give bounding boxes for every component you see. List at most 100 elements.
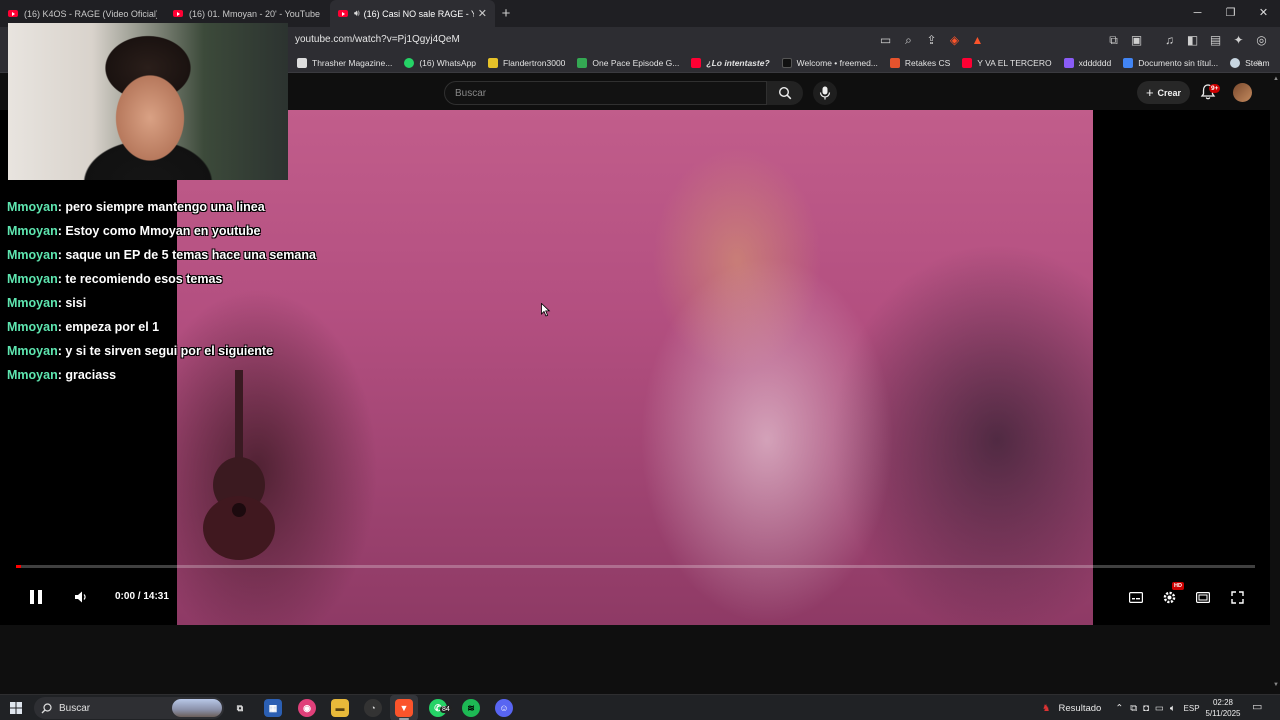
new-tab-button[interactable]: +	[495, 5, 517, 22]
wallet-icon[interactable]: ▤	[1206, 31, 1225, 49]
address-bar-icons: ▭ ⌕ ⇪ ◈ ▲	[876, 31, 987, 49]
app-pink-icon[interactable]: ◉	[298, 699, 316, 717]
leo-ai-icon[interactable]: ✦	[1229, 31, 1248, 49]
tab-casi-no-sale-rage[interactable]: 🔊︎ (16) Casi NO sale RAGE - Youtu ✕	[330, 0, 495, 27]
video-timecode: 0:00 / 14:31	[115, 591, 169, 602]
taskbar-clock[interactable]: 02:28 5/11/2025	[1200, 697, 1246, 719]
chat-line: Mmoyan: graciass	[7, 368, 347, 392]
clock-date: 5/11/2025	[1205, 709, 1241, 718]
close-tab-icon[interactable]: ✕	[478, 7, 487, 20]
bookmark-label: Flandertron3000	[503, 57, 566, 68]
volume-icon[interactable]: 🔈︎	[1170, 703, 1176, 714]
restore-button[interactable]: ❐	[1214, 0, 1247, 27]
audio-playing-icon[interactable]: 🔊︎	[354, 8, 360, 19]
steam-icon	[1230, 57, 1241, 68]
brave-browser-icon[interactable]: ▼	[395, 699, 413, 717]
network-icon[interactable]: ▭	[1155, 703, 1164, 714]
gear-icon	[1163, 591, 1175, 603]
chat-username: Mmoyan	[7, 368, 58, 382]
weather-label[interactable]: Resultado	[1059, 703, 1102, 714]
weather-icon[interactable]: ♞	[1042, 703, 1051, 714]
clock-time: 02:28	[1212, 698, 1234, 707]
bookmark-label: Documento sin títul...	[1138, 57, 1219, 68]
youtube-favicon-icon	[338, 10, 348, 17]
bookmark-item[interactable]: Y VA EL TERCERO	[962, 57, 1052, 68]
chat-username: Mmoyan	[7, 200, 58, 214]
video-progress-bar[interactable]	[16, 565, 1255, 568]
more-bookmarks-icon[interactable]: »	[1256, 57, 1262, 68]
bookmark-item[interactable]: Retakes CS	[889, 57, 950, 68]
chat-line: Mmoyan: Estoy como Mmoyan en youtube	[7, 224, 347, 248]
taskbar-search-label: Buscar	[59, 703, 91, 714]
bookmark-item[interactable]: Thrasher Magazine...	[297, 57, 392, 68]
whatsapp-icon	[404, 57, 415, 68]
voice-search-button[interactable]	[813, 81, 837, 105]
share-icon[interactable]: ⇪	[922, 31, 941, 49]
menu-icon[interactable]: ≡	[1275, 31, 1280, 49]
zoom-icon[interactable]: ⌕	[899, 31, 918, 49]
guitar-shape	[203, 370, 275, 560]
language-indicator[interactable]: ESP	[1184, 704, 1200, 713]
account-avatar[interactable]	[1233, 83, 1252, 102]
bookmark-item[interactable]: (16) WhatsApp	[404, 57, 477, 68]
task-view-icon[interactable]: ⧉	[231, 699, 249, 717]
create-button[interactable]: + Crear	[1137, 81, 1190, 104]
flanders-icon	[488, 57, 499, 68]
bookmark-item[interactable]: ¿Lo intentaste?	[691, 57, 770, 68]
spotify-icon[interactable]: ≋	[462, 699, 480, 717]
fullscreen-button[interactable]	[1227, 586, 1247, 608]
bookmark-item[interactable]: Steam	[1230, 57, 1270, 68]
bookmark-item[interactable]: Documento sin títul...	[1123, 57, 1219, 68]
screenshot-icon[interactable]: ▣	[1127, 31, 1146, 49]
microsoft-store-icon[interactable]: ▦	[264, 699, 282, 717]
minimize-button[interactable]: ─	[1181, 0, 1214, 27]
cast-icon[interactable]: ▭	[876, 31, 895, 49]
bookmark-item[interactable]: Flandertron3000	[488, 57, 566, 68]
chat-line: Mmoyan: empeza por el 1	[7, 320, 347, 344]
tab-label: (16) K4OS - RAGE (Video Oficial) - Yo	[24, 8, 157, 19]
scroll-up-icon[interactable]: ▲	[1273, 76, 1279, 82]
docs-icon	[1123, 57, 1134, 68]
create-label: Crear	[1157, 87, 1182, 98]
bookmark-item[interactable]: One Pace Episode G...	[577, 57, 679, 68]
windows-start-icon[interactable]	[10, 702, 22, 714]
tray-expand-icon[interactable]: ⌃	[1115, 703, 1123, 714]
microphone-icon	[819, 86, 831, 100]
chat-username: Mmoyan	[7, 248, 58, 262]
obs-icon[interactable]: ◔	[364, 699, 382, 717]
chat-username: Mmoyan	[7, 296, 58, 310]
chat-message: : pero siempre mantengo una linea	[57, 200, 265, 214]
page-scrollbar[interactable]	[1270, 73, 1280, 693]
camera-icon[interactable]: ◘	[1143, 703, 1149, 714]
search-input[interactable]: Buscar	[444, 81, 767, 105]
bookmark-label: Welcome • freemed...	[796, 57, 878, 68]
bookmark-label: (16) WhatsApp	[419, 57, 477, 68]
chat-overlay: Mmoyan: pero siempre mantengo una linea …	[7, 200, 347, 392]
file-explorer-icon[interactable]: ▬	[331, 699, 349, 717]
sidebar-icon[interactable]: ◧	[1183, 31, 1202, 49]
music-icon[interactable]: ♫	[1160, 31, 1179, 49]
extensions-icon[interactable]: ⧉	[1104, 31, 1123, 49]
tray-app-icon[interactable]: ⧉	[1130, 703, 1137, 714]
url-field[interactable]: youtube.com/watch?v=Pj1Qgyj4QeM	[295, 34, 460, 45]
chat-message: : empeza por el 1	[57, 320, 160, 334]
bookmark-label: xdddddd	[1078, 57, 1112, 68]
chat-username: Mmoyan	[7, 272, 58, 286]
webcam-overlay	[8, 23, 288, 180]
bookmark-item[interactable]: Welcome • freemed...	[781, 57, 878, 68]
discord-icon[interactable]: ☺	[495, 699, 513, 717]
brave-shields-icon[interactable]: ◈	[945, 31, 964, 49]
taskbar-search-box[interactable]: Buscar	[34, 697, 224, 719]
brave-rewards-icon[interactable]: ▲	[968, 31, 987, 49]
theater-mode-button[interactable]	[1193, 586, 1213, 608]
subtitles-button[interactable]	[1126, 586, 1146, 608]
scroll-down-icon[interactable]: ▼	[1273, 682, 1279, 688]
vpn-icon[interactable]: ◎	[1252, 31, 1271, 49]
notification-center-icon[interactable]: ▭	[1252, 700, 1262, 713]
pause-button[interactable]	[26, 586, 46, 608]
close-window-button[interactable]: ✕	[1247, 0, 1280, 27]
mouse-cursor-icon	[541, 303, 551, 317]
bookmark-item[interactable]: xdddddd	[1063, 57, 1112, 68]
search-button[interactable]	[767, 81, 803, 105]
volume-button[interactable]	[72, 586, 90, 608]
